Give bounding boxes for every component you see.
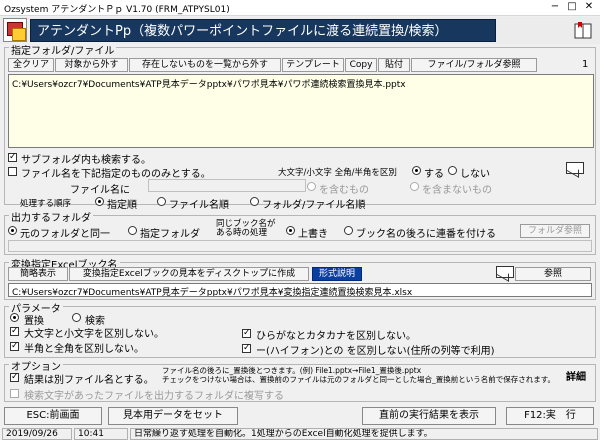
- app-logo-icon: [3, 18, 27, 42]
- same-as-original-radio[interactable]: [8, 226, 17, 235]
- output-folder-label: 出力するフォルダ: [9, 209, 93, 224]
- window-title: Ozsystem アテンダントＰｐ V1.70 (FRM_ATPYSL01): [4, 5, 230, 15]
- order-folder-filename-label: フォルダ/ファイル名順: [262, 200, 366, 211]
- remove-from-target-button[interactable]: 対象から外す: [55, 58, 128, 72]
- width-insensitive-label: 半角と全角を区別しない。: [24, 344, 144, 355]
- header: アテンダントPp（複数パワーポイントファイルに渡る連続置換/検索）: [0, 17, 600, 44]
- run-button[interactable]: F12:実 行: [506, 407, 594, 425]
- set-sample-data-button[interactable]: 見本用データをセット: [108, 407, 238, 425]
- case-sensitive-yes-label: する: [424, 169, 444, 180]
- mail-icon[interactable]: [566, 162, 584, 174]
- case-width-note: 大文字/小文字 全角/半角を区別: [278, 168, 397, 178]
- contains-radio[interactable]: [307, 182, 316, 191]
- not-contains-radio[interactable]: [410, 182, 419, 191]
- kana-insensitive-label: ひらがなとカタカナを区別しない。: [256, 331, 416, 342]
- filter-by-name-label: ファイル名を下記指定のもののみとする。: [21, 169, 211, 180]
- output-folder-input[interactable]: [8, 240, 592, 252]
- remove-missing-button[interactable]: 存在しないものを一覧から外す: [129, 58, 281, 72]
- excel-path-input[interactable]: C:¥Users¥ozcr7¥Documents¥ATP見本データpptx¥パワ…: [8, 283, 592, 297]
- file-count: 1: [582, 59, 589, 70]
- replace-radio[interactable]: [10, 313, 19, 322]
- overwrite-label: 上書き: [298, 229, 328, 240]
- hyphen-insensitive-checkbox[interactable]: ✓: [242, 344, 251, 353]
- maximize-button[interactable]: □: [565, 1, 579, 14]
- file-name-filter-input[interactable]: [148, 179, 306, 192]
- excel-browse-button[interactable]: 参照: [515, 267, 591, 281]
- create-sample-workbook-button[interactable]: 変換指定Excelブックの見本をディスクトップに作成: [69, 267, 309, 281]
- show-previous-result-button[interactable]: 直前の実行結果を表示: [362, 407, 496, 425]
- excel-mail-icon[interactable]: [496, 266, 514, 278]
- append-number-label: ブック名の後ろに連番を付ける: [356, 229, 496, 240]
- close-button[interactable]: ✕: [582, 1, 596, 14]
- case-sensitive-no-label: しない: [460, 169, 490, 180]
- output-matched-checkbox[interactable]: [10, 389, 19, 398]
- title-bar: Ozsystem アテンダントＰｐ V1.70 (FRM_ATPYSL01) −…: [0, 0, 600, 16]
- status-time: 10:41: [74, 428, 128, 440]
- order-folder-filename-radio[interactable]: [250, 197, 259, 206]
- clear-all-button[interactable]: 全クリア: [8, 58, 54, 72]
- result-separate-file-checkbox[interactable]: ✓: [10, 373, 19, 382]
- order-label: 処理する順序: [20, 199, 72, 209]
- append-number-radio[interactable]: [344, 226, 353, 235]
- result-note-line2: チェックをつけない場合は、置換前のファイルは元のフォルダと同一とした場合_置換前…: [162, 375, 555, 384]
- case-insensitive-label: 大文字と小文字を区別しない。: [24, 329, 164, 340]
- result-note-line1: ファイル名の後ろに_置換後とつきます。(例) File1.pptx→File1_…: [162, 366, 422, 375]
- specified-folder-label: 指定フォルダ: [140, 229, 200, 240]
- same-name-line2: ある時の処理: [216, 228, 268, 238]
- short-display-button[interactable]: 簡略表示: [8, 267, 68, 281]
- format-description-button[interactable]: 形式説明: [312, 267, 362, 281]
- specified-folder-radio[interactable]: [128, 226, 137, 235]
- minimize-button[interactable]: −: [548, 1, 562, 14]
- file-list-textarea[interactable]: C:¥Users¥ozcr7¥Documents¥ATP見本データpptx¥パワ…: [8, 74, 594, 148]
- include-subfolders-checkbox[interactable]: ✓: [8, 153, 17, 162]
- folder-browse-button[interactable]: フォルダ参照: [520, 224, 590, 238]
- kana-insensitive-checkbox[interactable]: ✓: [242, 329, 251, 338]
- filter-by-name-checkbox[interactable]: [8, 167, 17, 176]
- not-contains-label: を含まないもの: [422, 185, 492, 196]
- same-name-handling-label: 同じブック名が ある時の処理: [216, 220, 276, 238]
- status-bar: 2019/09/26 10:41 日常繰り返す処理を自動化。1処理からのExce…: [0, 428, 600, 440]
- order-specified-label: 指定順: [107, 200, 137, 211]
- hyphen-insensitive-label: ー(ハイフォン)との を区別しない(住所の列等で利用): [256, 346, 495, 357]
- copy-button[interactable]: Copy: [345, 58, 377, 72]
- file-name-label: ファイル名に: [70, 185, 130, 196]
- app-banner: アテンダントPp（複数パワーポイントファイルに渡る連続置換/検索）: [30, 19, 496, 42]
- order-filename-label: ファイル名順: [169, 200, 229, 211]
- file-path: C:¥Users¥ozcr7¥Documents¥ATP見本データpptx¥パワ…: [12, 80, 406, 90]
- output-matched-label: 検索文字があったファイルを出力するフォルダに複写する: [24, 391, 284, 402]
- folder-file-label: 指定フォルダ/ファイル: [9, 42, 117, 57]
- status-date: 2019/09/26: [2, 428, 72, 440]
- status-message: 日常繰り返す処理を自動化。1処理からのExcel自動化処理を提供します。: [130, 428, 598, 440]
- result-note: ファイル名の後ろに_置換後とつきます。(例) File1.pptx→File1_…: [162, 366, 558, 384]
- result-separate-file-label: 結果は別ファイル名とする。: [24, 375, 154, 386]
- esc-back-button[interactable]: ESC:前画面: [4, 407, 102, 425]
- order-specified-radio[interactable]: [95, 197, 104, 206]
- detail-link[interactable]: 詳細: [566, 368, 586, 383]
- overwrite-radio[interactable]: [286, 226, 295, 235]
- include-subfolders-label: サブフォルダ内も検索する。: [21, 155, 151, 166]
- paste-button[interactable]: 貼付: [378, 58, 410, 72]
- help-book-icon[interactable]: [572, 19, 594, 41]
- template-button[interactable]: テンプレート: [282, 58, 344, 72]
- order-filename-radio[interactable]: [157, 197, 166, 206]
- case-sensitive-no-radio[interactable]: [448, 166, 457, 175]
- contains-label: を含むもの: [319, 185, 369, 196]
- file-folder-browse-button[interactable]: ファイル/フォルダ参照: [411, 58, 537, 72]
- width-insensitive-checkbox[interactable]: ✓: [10, 342, 19, 351]
- search-radio[interactable]: [72, 313, 81, 322]
- case-insensitive-checkbox[interactable]: ✓: [10, 327, 19, 336]
- case-sensitive-yes-radio[interactable]: [412, 166, 421, 175]
- same-as-original-label: 元のフォルダと同一: [20, 229, 110, 240]
